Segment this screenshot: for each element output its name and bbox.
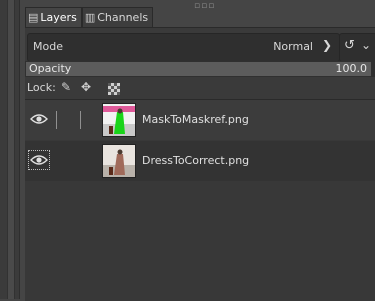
eye-icon [30,155,48,165]
channels-icon: ▥ [84,11,96,24]
lock-position-icon[interactable]: ✥ [81,80,91,94]
layers-icon: ▤ [28,11,39,24]
layers-list: MaskToMaskref.png DressToCorrect.png [25,99,375,301]
visibility-toggle[interactable] [28,150,50,170]
drag-grip-icon[interactable]: ▫▫▫ [194,1,215,11]
tab-layers-label: Layers [40,11,77,24]
visibility-toggle[interactable] [28,109,50,129]
blend-space-button[interactable]: ↺ ⌄ [339,33,375,62]
mode-dropdown[interactable]: Mode Normal ❯ [27,33,340,62]
opacity-slider[interactable]: Opacity 100.0 [25,61,372,77]
dock-tabs: ▤ Layers ▥ Channels [25,7,154,27]
opacity-value: 100.0 [335,62,368,75]
opacity-label: Opacity [29,62,72,75]
lock-alpha-icon[interactable] [108,83,120,95]
lock-label: Lock: [27,81,56,94]
layers-panel: Mode Normal ❯ ↺ ⌄ Opacity 100.0 Lock: ✎ … [25,27,375,301]
layer-thumbnail [102,144,136,178]
chevron-down-icon: ⌄ [361,38,372,52]
dock-handle[interactable] [7,0,15,299]
mode-value: Normal [273,40,313,53]
left-dock-strip [0,0,20,299]
opacity-spin-button[interactable] [371,61,375,77]
mode-row: Mode Normal ❯ ↺ ⌄ [25,33,375,62]
reset-icon: ↺ [344,38,355,53]
layer-name[interactable]: DressToCorrect.png [142,154,249,167]
chain-toggle[interactable] [56,111,57,129]
tab-channels-label: Channels [97,11,149,24]
mode-label: Mode [33,40,63,53]
layer-thumbnail [102,103,136,137]
lock-pixels-icon[interactable]: ✎ [61,80,71,94]
lock-row: Lock: ✎ ✥ [25,79,375,97]
layer-row[interactable]: DressToCorrect.png [25,141,375,181]
tab-layers[interactable]: ▤ Layers [25,7,82,27]
chevron-down-icon: ❯ [321,38,332,52]
layer-row[interactable]: MaskToMaskref.png [25,100,375,140]
tab-channels[interactable]: ▥ Channels [81,7,154,27]
eye-icon [30,114,48,124]
chain-separator [80,111,81,129]
layer-name[interactable]: MaskToMaskref.png [142,113,249,126]
